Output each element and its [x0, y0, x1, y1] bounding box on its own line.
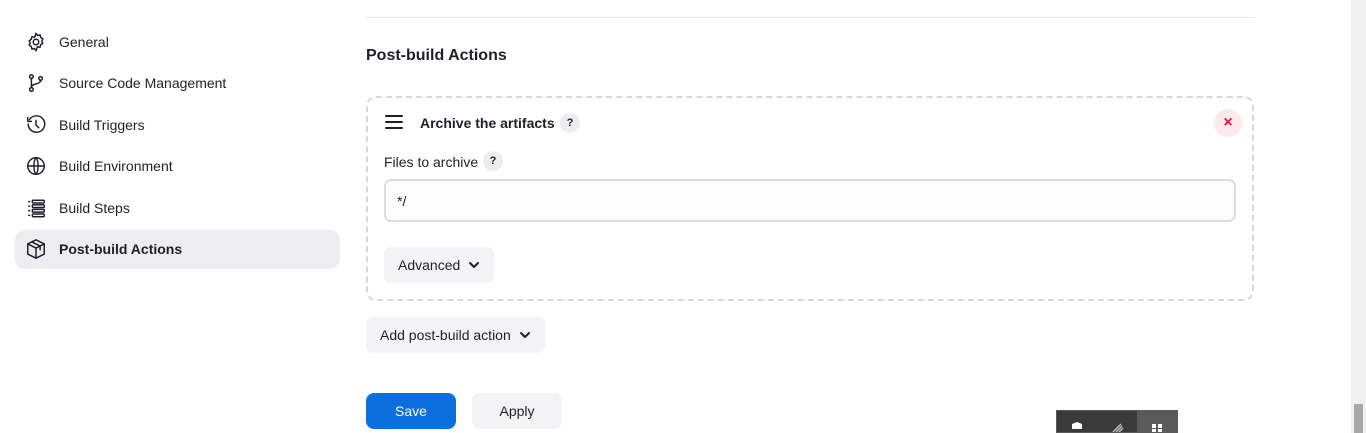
sidebar-item-build-triggers[interactable]: Build Triggers: [15, 105, 340, 144]
archive-artifacts-card: Archive the artifacts ? × Files to archi…: [366, 96, 1254, 301]
taskbar-widget: [1056, 410, 1178, 433]
files-to-archive-input[interactable]: [384, 179, 1236, 222]
sidebar-item-label: Build Steps: [59, 199, 130, 216]
save-button[interactable]: Save: [366, 393, 456, 429]
sidebar-item-source-code-management[interactable]: Source Code Management: [15, 64, 340, 103]
scrollbar-thumb[interactable]: [1354, 404, 1363, 433]
sidebar-item-post-build-actions[interactable]: Post-build Actions: [15, 229, 340, 269]
add-post-build-action-label: Add post-build action: [380, 327, 511, 343]
list-icon: [25, 197, 47, 219]
globe-icon: [25, 155, 47, 177]
git-branch-icon: [25, 72, 47, 94]
advanced-button[interactable]: Advanced: [384, 247, 495, 283]
advanced-label: Advanced: [398, 257, 461, 273]
stripes-icon[interactable]: [1097, 411, 1137, 432]
help-icon[interactable]: ?: [483, 151, 503, 171]
chevron-down-icon: [469, 262, 480, 268]
sidebar-item-general[interactable]: General: [15, 22, 340, 61]
apply-button[interactable]: Apply: [472, 393, 562, 429]
sidebar-item-label: Post-build Actions: [59, 241, 183, 258]
add-post-build-action-button[interactable]: Add post-build action: [366, 317, 545, 353]
clock-icon: [25, 114, 47, 136]
package-icon: [25, 238, 47, 260]
close-icon[interactable]: ×: [1214, 109, 1242, 137]
page-scrollbar[interactable]: [1351, 0, 1366, 433]
sidebar-item-label: Source Code Management: [59, 75, 227, 92]
sidebar-item-label: Build Environment: [59, 158, 173, 175]
sidebar-item-label: Build Triggers: [59, 116, 145, 133]
card-title: Archive the artifacts: [420, 115, 555, 131]
shield-icon[interactable]: [1057, 411, 1097, 432]
drag-handle-icon[interactable]: [385, 115, 403, 129]
grid-icon[interactable]: [1137, 411, 1177, 432]
sidebar-item-label: General: [59, 33, 109, 50]
sidebar-item-build-steps[interactable]: Build Steps: [15, 188, 340, 227]
gear-icon: [25, 31, 47, 53]
section-title: Post-build Actions: [366, 47, 507, 64]
help-icon[interactable]: ?: [560, 113, 580, 133]
files-to-archive-label: Files to archive: [384, 154, 479, 170]
sidebar: General Source Code Management Build Tri…: [15, 22, 340, 272]
section-divider: [366, 17, 1254, 18]
chevron-down-icon: [519, 332, 530, 338]
sidebar-item-build-environment[interactable]: Build Environment: [15, 147, 340, 186]
